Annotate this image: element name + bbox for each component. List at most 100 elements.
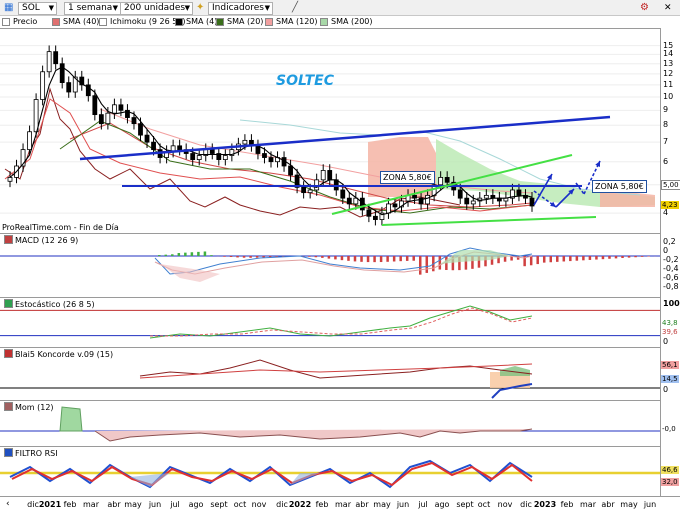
macd-histogram-bar (601, 256, 605, 260)
legend-item[interactable]: Precio (2, 17, 37, 27)
candle (470, 200, 476, 205)
stoch-d-line (150, 307, 533, 337)
draw-tool-icon[interactable]: ╱ (292, 2, 298, 14)
macd-histogram-bar (242, 256, 246, 258)
legend-swatch (2, 18, 10, 26)
candle (144, 134, 150, 143)
candle (190, 153, 196, 161)
time-axis[interactable]: ‹ dic 2021 feb mar abr may jun jul ago sept oct nov… (0, 496, 680, 512)
price-tick: 6 (663, 156, 669, 166)
macd-histogram-bar (308, 256, 311, 257)
legend-item-label: SMA (40) (63, 17, 100, 26)
macd-histogram-bar (562, 256, 566, 262)
legend-swatch (320, 18, 328, 26)
candle (92, 95, 98, 116)
macd-histogram-bar (419, 256, 422, 275)
candle (438, 177, 444, 186)
chevron-down-icon: ▼ (48, 4, 54, 12)
chart-type-icon[interactable]: ▦ (4, 2, 13, 14)
price-tick: 7 (663, 137, 669, 147)
rsi-pane[interactable]: FILTRO RSI (0, 446, 660, 496)
units-dropdown[interactable]: 200 unidades ▼ (120, 2, 193, 15)
legend-item[interactable]: SMA (120) (265, 17, 318, 27)
price-axis[interactable]: 1514131211109876545,004,23 (660, 28, 680, 233)
month-tick: jul (418, 500, 428, 509)
koncorde-axis: 56,1 14,5 0 (660, 347, 680, 400)
month-tick: sept (210, 500, 228, 509)
toolbar: ▦ SOL ▼ 1 semana ▼ 200 unidades ▼ ✦ Indicad… (0, 0, 680, 16)
stochastic-pane[interactable]: Estocástico (26 8 5) (0, 297, 660, 347)
candle (320, 170, 326, 181)
macd-chart (0, 247, 660, 282)
legend-item[interactable]: Ichimoku (9 26 52) (99, 17, 186, 27)
candle (301, 186, 307, 194)
legend-swatch (216, 18, 224, 26)
candle (366, 209, 372, 217)
macd-histogram-bar (223, 256, 226, 257)
rsi-label-text: FILTRO RSI (15, 449, 58, 458)
macd-histogram-bar (516, 256, 520, 260)
legend-item[interactable]: SMA (20) (216, 17, 263, 27)
trendline-resistance (79, 115, 611, 161)
macd-histogram-bar (582, 256, 585, 261)
year-tick: 2021 (38, 500, 62, 509)
close-icon[interactable]: ✕ (664, 2, 672, 14)
momentum-pane[interactable]: Mom (12) (0, 400, 660, 446)
macd-pane[interactable]: MACD (12 26 9) (0, 233, 660, 297)
candle (392, 203, 398, 208)
legend-item-label: SMA (20) (227, 17, 264, 26)
legend-item[interactable]: SMA (40) (52, 17, 99, 27)
macd-histogram-bar (229, 256, 233, 258)
legend-item[interactable]: SMA (4) (175, 17, 217, 27)
price-tick: 11 (663, 79, 674, 89)
macd-histogram-bar (438, 256, 442, 270)
units-label: 200 unidades (124, 3, 186, 13)
macd-histogram-bar (347, 256, 350, 261)
macd-tick: -0,6 (663, 273, 679, 282)
year-tick: 2023 (533, 500, 557, 509)
symbol-dropdown[interactable]: SOL ▼ (18, 2, 57, 15)
candle (457, 189, 463, 199)
momentum-label: Mom (12) (2, 402, 56, 412)
macd-tick: -0,4 (663, 264, 679, 273)
candle (262, 153, 267, 158)
macd-histogram-bar (627, 256, 631, 258)
koncorde-pane[interactable]: Blai5 Koncorde v.09 (15) (0, 347, 660, 400)
candle (444, 177, 450, 183)
macd-histogram-bar (327, 256, 331, 259)
candle (66, 82, 72, 93)
month-tick: dic (520, 500, 532, 509)
legend-item[interactable]: SMA (200) (320, 17, 373, 27)
chevron-down-icon: ▼ (184, 4, 190, 12)
macd-histogram-bar (386, 256, 389, 262)
settings-icon[interactable]: ⚙ (640, 2, 649, 14)
stoch-tick: 0 (663, 337, 669, 346)
ichimoku-cloud-red (368, 137, 436, 197)
scroll-left-icon[interactable]: ‹ (6, 499, 10, 509)
price-tick: 15 (663, 40, 674, 50)
month-tick: feb (63, 500, 77, 509)
legend-swatch (175, 18, 183, 26)
macd-histogram-bar (575, 256, 579, 261)
price-pane[interactable]: SOLTEC ZONA 5,80€ ZONA 5,80€ ProRealTime… (0, 28, 660, 233)
month-tick: jun (396, 500, 410, 509)
timeframe-dropdown[interactable]: 1 semana ▼ (64, 2, 121, 15)
price-tick: 10 (663, 91, 674, 101)
month-tick: sept (456, 500, 474, 509)
indicators-icon[interactable]: ✦ (196, 2, 204, 14)
macd-histogram-bar (529, 256, 533, 266)
month-tick: may (373, 500, 391, 509)
indicators-dropdown[interactable]: Indicadores ▼ (208, 2, 273, 15)
candle (242, 139, 248, 145)
candle (46, 51, 52, 73)
rsi-label: FILTRO RSI (2, 448, 60, 458)
macd-tick: 0 (663, 246, 669, 255)
month-tick: oct (477, 500, 491, 509)
chevron-down-icon: ▼ (112, 4, 118, 12)
legend-swatch (99, 18, 107, 26)
koncorde-price-line (139, 359, 533, 379)
legend-swatch (52, 18, 60, 26)
candle (412, 194, 417, 199)
candle (288, 165, 293, 176)
candle (131, 117, 137, 125)
